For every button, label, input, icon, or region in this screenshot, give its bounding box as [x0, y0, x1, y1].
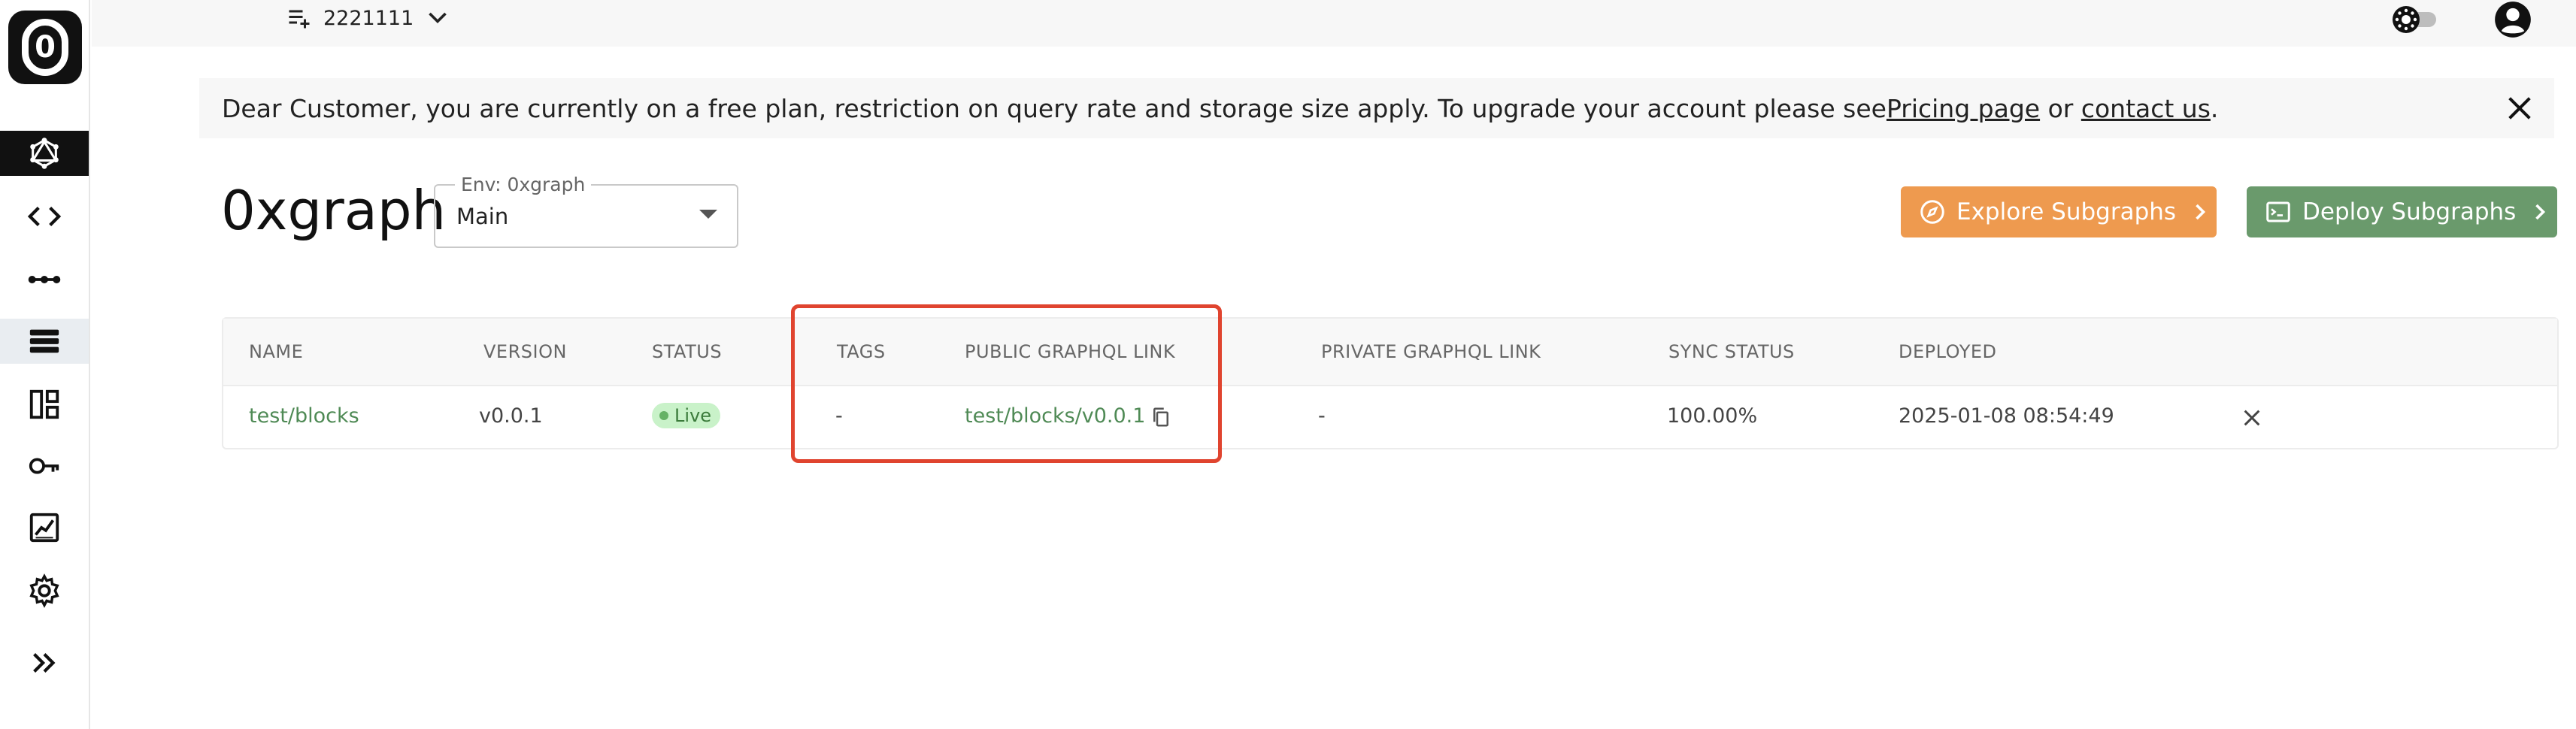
pricing-link[interactable]: Pricing page — [1887, 94, 2040, 123]
terminal-icon — [2266, 201, 2290, 222]
banner-text-middle: or — [2040, 93, 2081, 123]
private-link-cell: - — [1318, 404, 1326, 428]
column-header-private-link[interactable]: PRIVATE GRAPHQL LINK — [1321, 341, 1541, 362]
subgraph-name-link[interactable]: test/blocks — [249, 404, 359, 428]
delete-icon[interactable] — [2240, 406, 2264, 430]
sync-status-cell: 100.00% — [1667, 404, 1758, 428]
explore-label: Explore Subgraphs — [1956, 198, 2177, 225]
free-plan-banner: Dear Customer, you are currently on a fr… — [199, 78, 2554, 138]
chevron-right-icon — [2535, 204, 2546, 220]
compass-icon — [1920, 200, 1944, 224]
sidebar-item-dashboard[interactable] — [0, 382, 89, 427]
table-header: NAME VERSION STATUS TAGS PUBLIC GRAPHQL … — [223, 319, 2557, 386]
env-label: Env: 0xgraph — [455, 174, 592, 195]
account-icon[interactable] — [2493, 0, 2532, 39]
sidebar-expand-button[interactable] — [0, 640, 89, 685]
deploy-subgraphs-button[interactable]: Deploy Subgraphs — [2247, 186, 2557, 237]
sidebar-item-subgraphs[interactable] — [0, 319, 89, 364]
chart-icon — [29, 513, 59, 543]
code-icon — [27, 207, 62, 226]
highlight-annotation — [791, 304, 1222, 463]
graphql-icon — [30, 138, 59, 169]
key-icon — [29, 458, 59, 474]
top-bar: 2221111 — [92, 0, 2576, 47]
banner-text-end: . — [2210, 93, 2219, 123]
page-title: 0xgraph — [221, 179, 447, 242]
explore-subgraphs-button[interactable]: Explore Subgraphs — [1901, 186, 2217, 237]
playlist-add-icon — [289, 10, 310, 29]
deployed-cell: 2025-01-08 08:54:49 — [1899, 404, 2114, 428]
sidebar-item-pipeline[interactable] — [0, 257, 89, 302]
caret-down-icon — [699, 210, 717, 219]
app-logo[interactable]: 0 — [8, 11, 82, 84]
contact-link[interactable]: contact us — [2081, 94, 2211, 123]
sidebar: 0 — [0, 0, 90, 729]
chevron-down-icon — [429, 12, 447, 24]
env-value: Main — [456, 204, 509, 229]
column-header-deployed[interactable]: DEPLOYED — [1899, 341, 1997, 362]
status-dot-icon — [659, 411, 668, 420]
theme-toggle-icon[interactable] — [2388, 2, 2438, 38]
logo-text: 0 — [35, 30, 56, 65]
sidebar-item-graphql[interactable] — [0, 131, 89, 176]
subgraphs-table: NAME VERSION STATUS TAGS PUBLIC GRAPHQL … — [222, 317, 2559, 449]
env-select[interactable]: Env: 0xgraph Main — [434, 174, 738, 248]
column-header-status[interactable]: STATUS — [652, 341, 722, 362]
sidebar-item-api-keys[interactable] — [0, 443, 89, 489]
dashboard-icon — [29, 389, 59, 419]
sidebar-item-metrics[interactable] — [0, 505, 89, 550]
column-header-version[interactable]: VERSION — [483, 341, 567, 362]
sidebar-item-settings[interactable] — [0, 568, 89, 613]
deploy-label: Deploy Subgraphs — [2302, 198, 2517, 225]
version-cell: v0.0.1 — [479, 404, 543, 428]
expand-icon — [33, 653, 56, 673]
sidebar-item-code[interactable] — [0, 194, 89, 239]
database-icon — [29, 329, 59, 353]
gear-icon — [29, 573, 59, 608]
project-selector[interactable]: 2221111 — [286, 5, 451, 32]
status-badge: Live — [652, 403, 721, 428]
column-header-sync-status[interactable]: SYNC STATUS — [1668, 341, 1795, 362]
close-icon[interactable] — [2505, 93, 2535, 123]
chevron-right-icon — [2196, 204, 2206, 220]
status-text: Live — [674, 405, 712, 426]
banner-text: Dear Customer, you are currently on a fr… — [222, 93, 1887, 123]
pipeline-icon — [28, 276, 61, 283]
column-header-name[interactable]: NAME — [249, 341, 303, 362]
project-name: 2221111 — [323, 6, 414, 30]
